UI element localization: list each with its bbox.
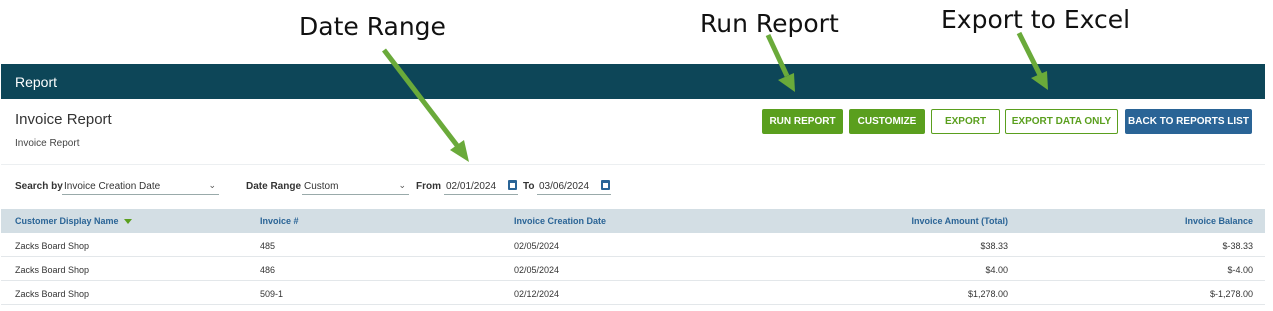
back-to-reports-button[interactable]: BACK TO REPORTS LIST — [1125, 109, 1252, 134]
callout-date-range: Date Range — [299, 12, 446, 41]
column-header-customer[interactable]: Customer Display Name — [15, 216, 132, 226]
to-date-value: 03/06/2024 — [539, 181, 590, 192]
date-range-value: Custom — [304, 181, 339, 192]
calendar-icon[interactable] — [508, 180, 517, 190]
search-by-value: Invoice Creation Date — [64, 181, 161, 192]
chevron-down-icon: ⌄ — [398, 180, 406, 190]
column-header-creation-date[interactable]: Invoice Creation Date — [514, 216, 606, 226]
report-title: Invoice Report — [15, 111, 112, 128]
export-button[interactable]: EXPORT — [931, 109, 1000, 134]
report-subtitle: Invoice Report — [15, 138, 80, 149]
search-by-select[interactable]: Invoice Creation Date ⌄ — [62, 177, 219, 195]
column-header-balance[interactable]: Invoice Balance — [1185, 216, 1253, 226]
cell-amount: $38.33 — [980, 241, 1008, 251]
export-data-only-button[interactable]: EXPORT DATA ONLY — [1005, 109, 1118, 134]
column-header-invoice-number[interactable]: Invoice # — [260, 216, 299, 226]
calendar-icon[interactable] — [601, 180, 610, 190]
cell-invoice-number: 485 — [260, 241, 276, 251]
cell-invoice-number: 486 — [260, 265, 276, 275]
cell-balance: $-1,278.00 — [1209, 289, 1253, 299]
divider — [1, 164, 1265, 165]
cell-amount: $4.00 — [985, 265, 1008, 275]
sort-desc-icon[interactable] — [123, 219, 132, 225]
column-header-label: Customer Display Name — [15, 216, 119, 226]
cell-customer: Zacks Board Shop — [15, 265, 90, 275]
cell-balance: $-4.00 — [1227, 265, 1253, 275]
cell-creation-date: 02/05/2024 — [514, 265, 560, 275]
to-label: To — [523, 181, 535, 192]
cell-creation-date: 02/12/2024 — [514, 289, 560, 299]
from-date-field[interactable]: 02/01/2024 — [444, 177, 518, 195]
run-report-button[interactable]: RUN REPORT — [762, 109, 843, 134]
customize-button[interactable]: CUSTOMIZE — [849, 109, 925, 134]
table-row[interactable]: Zacks Board Shop 485 02/05/2024 $38.33 $… — [1, 233, 1265, 257]
date-range-label: Date Range — [246, 181, 302, 192]
table-row[interactable]: Zacks Board Shop 486 02/05/2024 $4.00 $-… — [1, 257, 1265, 281]
page-header-title: Report — [15, 74, 58, 90]
chevron-down-icon: ⌄ — [208, 180, 216, 190]
search-by-label: Search by — [15, 181, 63, 192]
page-header: Report — [1, 64, 1265, 99]
cell-customer: Zacks Board Shop — [15, 289, 90, 299]
column-header-amount[interactable]: Invoice Amount (Total) — [912, 216, 1009, 226]
callout-export-excel: Export to Excel — [941, 5, 1131, 34]
from-date-value: 02/01/2024 — [446, 181, 497, 192]
cell-creation-date: 02/05/2024 — [514, 241, 560, 251]
cell-customer: Zacks Board Shop — [15, 241, 90, 251]
to-date-field[interactable]: 03/06/2024 — [537, 177, 611, 195]
cell-invoice-number: 509-1 — [260, 289, 284, 299]
table-row[interactable]: Zacks Board Shop 509-1 02/12/2024 $1,278… — [1, 281, 1265, 305]
from-label: From — [416, 181, 441, 192]
cell-balance: $-38.33 — [1222, 241, 1253, 251]
date-range-select[interactable]: Custom ⌄ — [302, 177, 409, 195]
cell-amount: $1,278.00 — [967, 289, 1008, 299]
callout-run-report: Run Report — [700, 9, 839, 38]
table-header: Customer Display Name Invoice # Invoice … — [1, 209, 1265, 233]
report-panel: Report Invoice Report Invoice Report RUN… — [1, 64, 1265, 311]
